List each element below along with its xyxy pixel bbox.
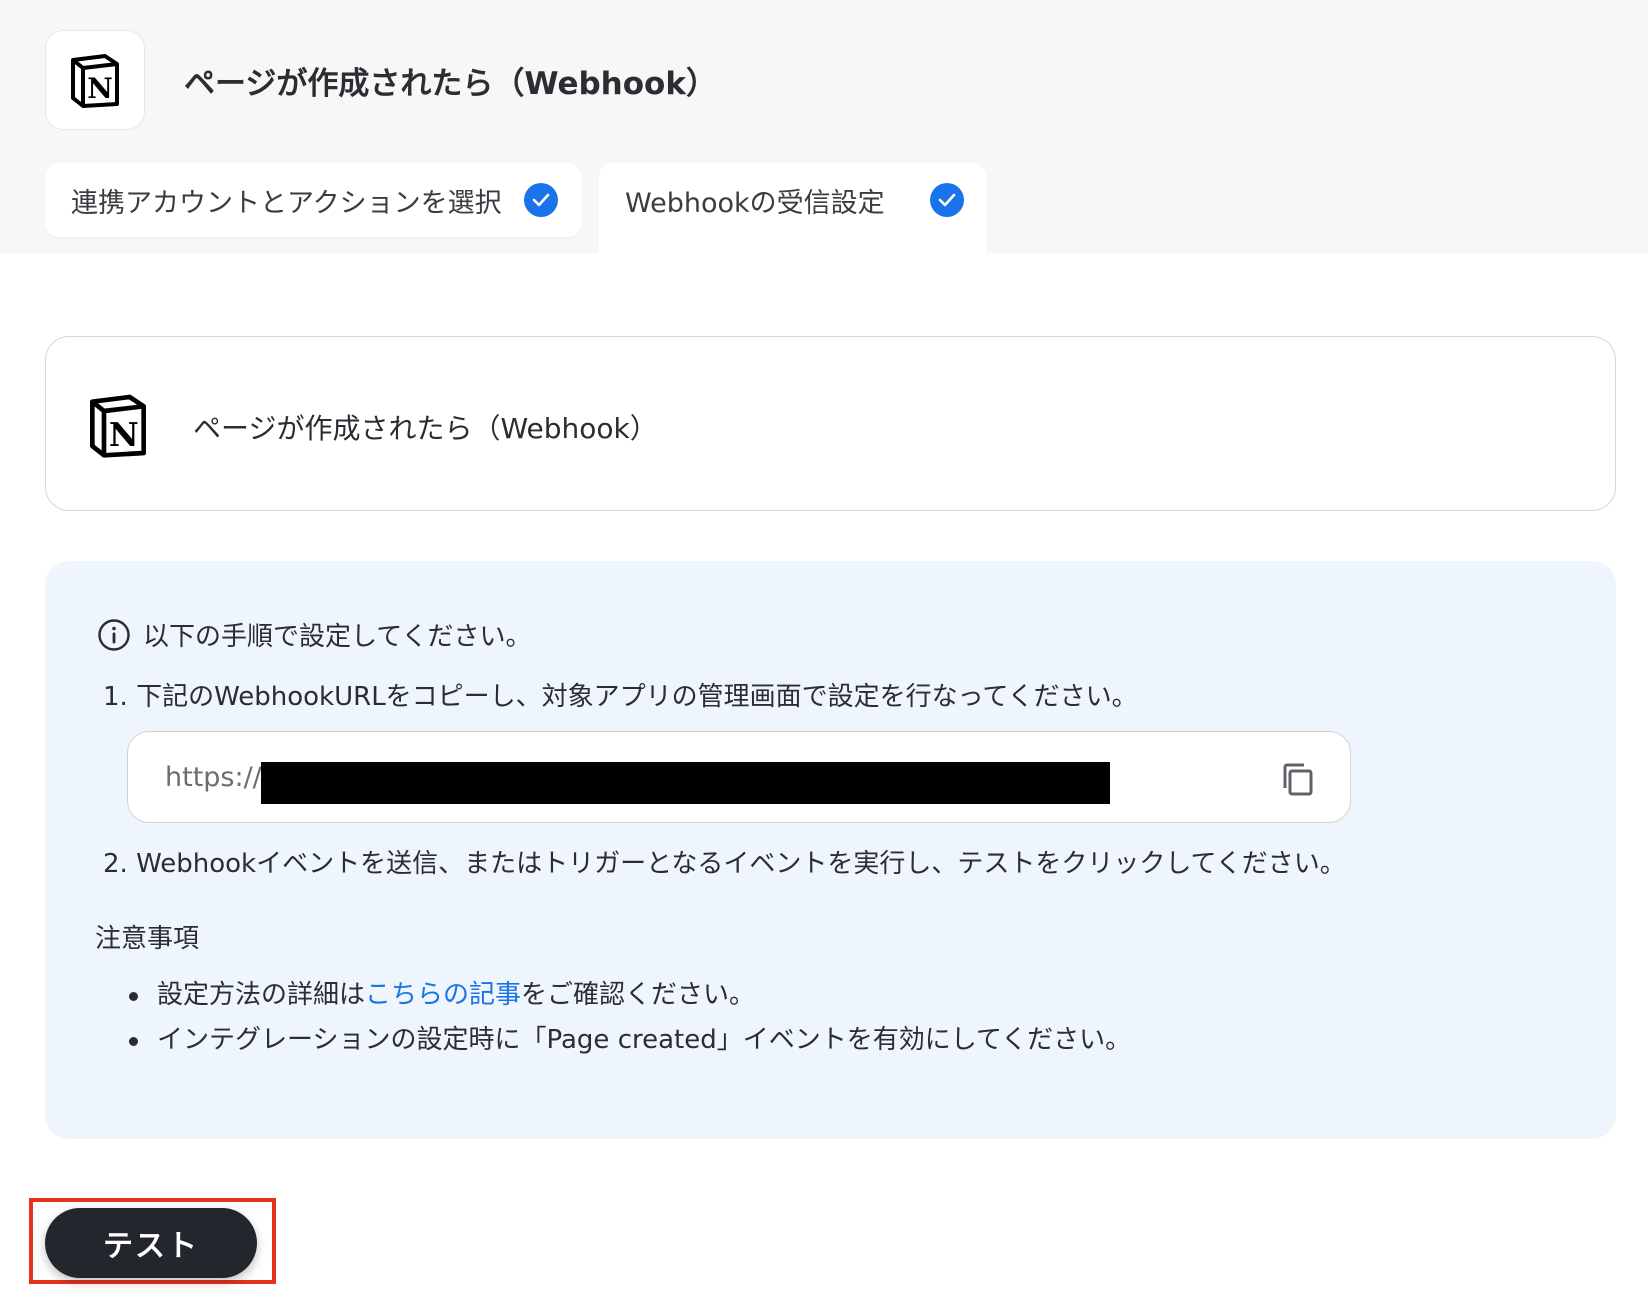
svg-text:N: N [109,415,139,454]
instructions-heading: 以下の手順で設定してください。 [97,616,531,653]
trigger-title: ページが作成されたら（Webhook） [193,412,658,445]
check-circle-icon [524,183,558,217]
list-item: 設定方法の詳細はこちらの記事をご確認ください。 [117,973,1131,1018]
tab-webhook-settings[interactable]: Webhookの受信設定 [599,163,986,253]
webhook-instructions: 以下の手順で設定してください。 1. 下記のWebhookURLをコピーし、対象… [45,561,1616,1139]
step-1-text: 1. 下記のWebhookURLをコピーし、対象アプリの管理画面で設定を行なって… [103,682,1138,712]
article-link[interactable]: こちらの記事 [365,980,521,1010]
check-circle-icon [930,183,964,217]
info-icon [98,618,130,651]
trigger-card: N ページが作成されたら（Webhook） [45,336,1616,511]
test-button[interactable]: テスト [45,1208,257,1278]
header: N ページが作成されたら（Webhook） 連携アカウントとアクションを選択 W… [0,0,1648,253]
svg-text:N: N [87,72,113,105]
webhook-url-field[interactable]: https:// [127,731,1351,823]
note-1-prefix: 設定方法の詳細は [157,980,366,1010]
notion-logo-icon: N [45,30,145,130]
step-2-text: 2. Webhookイベントを送信、またはトリガーとなるイベントを実行し、テスト… [103,849,1346,879]
notes-title: 注意事項 [95,924,200,954]
instructions-heading-text: 以下の手順で設定してください。 [143,622,532,652]
redacted-url [261,762,1110,804]
page-title: ページが作成されたら（Webhook） [184,66,717,102]
webhook-url-text[interactable]: https:// [165,762,262,793]
tab-select-account-action[interactable]: 連携アカウントとアクションを選択 [45,163,582,237]
note-2-text: インテグレーションの設定時に「Page created」イベントを有効にしてくだ… [157,1025,1132,1055]
tab-label: Webhookの受信設定 [625,187,885,219]
note-1-suffix: をご確認ください。 [521,980,756,1010]
notion-logo-icon: N [83,390,153,460]
notes-list: 設定方法の詳細はこちらの記事をご確認ください。 インテグレーションの設定時に「P… [117,973,1131,1063]
list-item: インテグレーションの設定時に「Page created」イベントを有効にしてくだ… [117,1018,1131,1063]
copy-icon[interactable] [1278,759,1318,799]
tab-label: 連携アカウントとアクションを選択 [71,187,502,219]
